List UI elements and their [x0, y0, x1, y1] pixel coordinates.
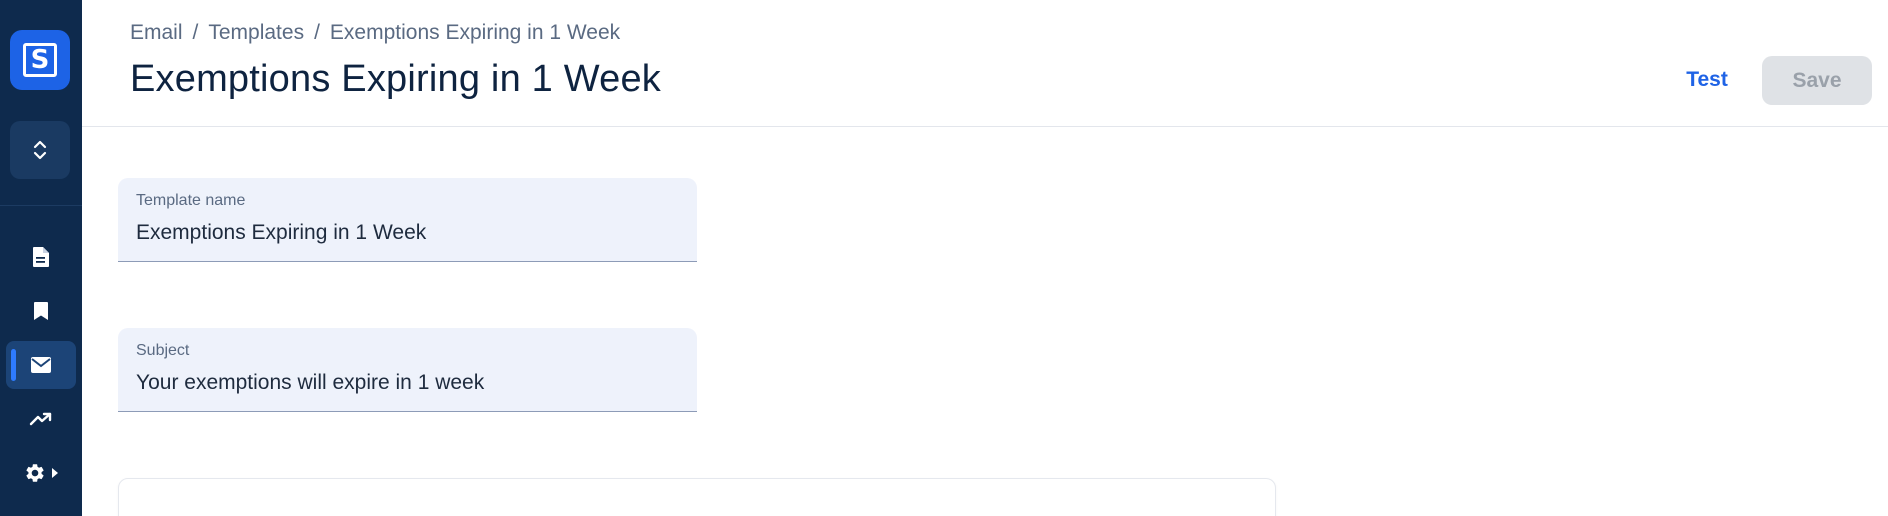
logo-letter: S [30, 45, 50, 75]
email-body-editor-card[interactable] [118, 478, 1276, 516]
gear-icon [26, 464, 44, 482]
logo-icon: S [23, 43, 57, 77]
template-name-label: Template name [136, 192, 246, 209]
breadcrumb-separator: / [314, 21, 320, 44]
chevron-up-down-icon [33, 140, 47, 160]
sidebar-item-email[interactable] [6, 341, 76, 389]
breadcrumb-separator: / [192, 21, 199, 44]
sidebar: S [0, 0, 82, 516]
page-title: Exemptions Expiring in 1 Week [130, 58, 662, 100]
mail-icon [31, 357, 51, 373]
sidebar-item-settings[interactable] [6, 449, 76, 497]
sidebar-item-documents[interactable] [6, 233, 76, 281]
bookmark-icon [34, 302, 48, 320]
trending-up-icon [29, 412, 52, 426]
app-root: S Email / Templates / Exemptions Expirin… [0, 0, 1888, 516]
caret-right-icon [52, 468, 58, 478]
subject-field[interactable]: Subject Your exemptions will expire in 1… [118, 328, 697, 412]
document-icon [33, 247, 49, 267]
sidebar-divider [0, 205, 82, 206]
template-name-field[interactable]: Template name Exemptions Expiring in 1 W… [118, 178, 697, 262]
workspace-switcher-button[interactable] [10, 121, 70, 179]
test-button[interactable]: Test [1662, 58, 1752, 102]
subject-label: Subject [136, 342, 190, 359]
breadcrumb-templates[interactable]: Templates [208, 21, 304, 45]
breadcrumb: Email / Templates / Exemptions Expiring … [130, 21, 620, 45]
subject-input[interactable]: Your exemptions will expire in 1 week [136, 371, 484, 395]
app-logo-button[interactable]: S [10, 30, 70, 90]
template-name-input[interactable]: Exemptions Expiring in 1 Week [136, 221, 426, 245]
sidebar-item-analytics[interactable] [6, 395, 76, 443]
breadcrumb-current: Exemptions Expiring in 1 Week [329, 21, 621, 44]
sidebar-item-bookmarks[interactable] [6, 287, 76, 335]
save-button[interactable]: Save [1762, 56, 1872, 105]
page-header: Email / Templates / Exemptions Expiring … [82, 0, 1888, 127]
breadcrumb-email[interactable]: Email [130, 21, 183, 45]
